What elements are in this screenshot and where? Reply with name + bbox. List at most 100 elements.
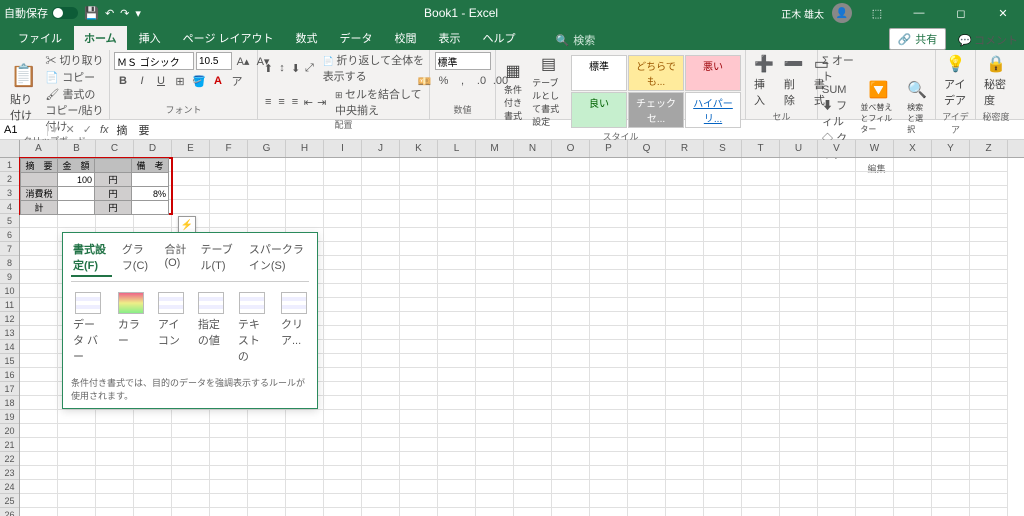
cell[interactable] — [742, 396, 780, 410]
cell[interactable] — [666, 172, 704, 186]
cell-b1[interactable]: 金 額 — [58, 159, 95, 173]
cell[interactable] — [666, 186, 704, 200]
cell[interactable] — [856, 466, 894, 480]
cell[interactable] — [514, 354, 552, 368]
cell[interactable] — [58, 508, 96, 516]
cell[interactable] — [324, 298, 362, 312]
cell[interactable] — [704, 256, 742, 270]
cell[interactable] — [324, 312, 362, 326]
qa-greater-button[interactable]: 指定の値 — [198, 292, 224, 364]
cell[interactable] — [818, 410, 856, 424]
cell[interactable] — [666, 424, 704, 438]
cell[interactable] — [400, 368, 438, 382]
cell[interactable] — [932, 326, 970, 340]
cell[interactable] — [324, 438, 362, 452]
cell[interactable] — [324, 494, 362, 508]
row-header-7[interactable]: 7 — [0, 242, 19, 256]
qa-clear-button[interactable]: クリア... — [281, 292, 307, 364]
cell[interactable] — [514, 298, 552, 312]
cell[interactable] — [818, 368, 856, 382]
cell[interactable] — [856, 158, 894, 172]
cell[interactable] — [590, 480, 628, 494]
cell[interactable] — [894, 368, 932, 382]
cell[interactable] — [134, 466, 172, 480]
cell[interactable] — [514, 396, 552, 410]
cell[interactable] — [894, 438, 932, 452]
cell[interactable] — [476, 368, 514, 382]
cell[interactable] — [742, 354, 780, 368]
cell[interactable] — [970, 480, 1008, 494]
cell[interactable] — [590, 354, 628, 368]
undo-icon[interactable]: ↶ — [105, 7, 114, 20]
cell[interactable] — [780, 200, 818, 214]
cell[interactable] — [970, 340, 1008, 354]
cell[interactable] — [780, 326, 818, 340]
cell-c4[interactable]: 円 — [95, 201, 132, 215]
cell[interactable] — [476, 354, 514, 368]
tab-data[interactable]: データ — [330, 26, 383, 50]
cell[interactable] — [134, 452, 172, 466]
cell[interactable] — [552, 396, 590, 410]
cell[interactable] — [476, 466, 514, 480]
select-all-corner[interactable] — [0, 140, 20, 158]
cell[interactable] — [590, 340, 628, 354]
cell[interactable] — [552, 410, 590, 424]
cell[interactable] — [20, 256, 58, 270]
cell[interactable] — [476, 256, 514, 270]
cell[interactable] — [780, 452, 818, 466]
row-header-26[interactable]: 26 — [0, 508, 19, 516]
cell[interactable] — [552, 312, 590, 326]
cell[interactable] — [628, 382, 666, 396]
indent-inc-icon[interactable]: ⇥ — [316, 93, 328, 111]
user-avatar[interactable]: 👤 — [832, 3, 852, 23]
cell[interactable] — [932, 172, 970, 186]
cell[interactable] — [400, 326, 438, 340]
cell[interactable] — [856, 298, 894, 312]
cell[interactable] — [704, 186, 742, 200]
cell[interactable] — [476, 312, 514, 326]
cell[interactable] — [514, 410, 552, 424]
cell[interactable] — [704, 452, 742, 466]
row-header-15[interactable]: 15 — [0, 354, 19, 368]
cell[interactable] — [932, 396, 970, 410]
save-icon[interactable]: 💾 — [84, 6, 99, 20]
qa-tab-format[interactable]: 書式設定(F) — [71, 239, 112, 277]
namebox-dropdown-icon[interactable]: ▾ — [48, 123, 62, 136]
cell[interactable] — [590, 242, 628, 256]
cell[interactable] — [362, 256, 400, 270]
cell[interactable] — [856, 284, 894, 298]
cell[interactable] — [742, 480, 780, 494]
cell[interactable] — [96, 438, 134, 452]
cell[interactable] — [400, 172, 438, 186]
cell[interactable] — [742, 382, 780, 396]
paste-button[interactable]: 📋貼り付け — [4, 61, 43, 125]
cell[interactable] — [704, 354, 742, 368]
cell[interactable] — [248, 480, 286, 494]
cell[interactable] — [286, 466, 324, 480]
cell[interactable] — [400, 214, 438, 228]
cell[interactable] — [932, 228, 970, 242]
cell[interactable] — [248, 410, 286, 424]
cell[interactable] — [20, 396, 58, 410]
cell[interactable] — [476, 200, 514, 214]
cell[interactable] — [742, 368, 780, 382]
cell[interactable] — [780, 312, 818, 326]
cell[interactable] — [438, 284, 476, 298]
cell[interactable] — [514, 228, 552, 242]
cell[interactable] — [666, 228, 704, 242]
cell[interactable] — [362, 466, 400, 480]
cell[interactable] — [324, 242, 362, 256]
autosum-button[interactable]: Σ オート SUM — [822, 52, 854, 96]
cell[interactable] — [20, 228, 58, 242]
cell[interactable] — [742, 466, 780, 480]
col-header-U[interactable]: U — [780, 140, 818, 157]
cell[interactable] — [932, 340, 970, 354]
cell[interactable] — [172, 452, 210, 466]
cell[interactable] — [742, 256, 780, 270]
cell[interactable] — [894, 480, 932, 494]
cell[interactable] — [58, 424, 96, 438]
cell[interactable] — [96, 452, 134, 466]
cell[interactable] — [438, 326, 476, 340]
cell[interactable] — [438, 186, 476, 200]
cell[interactable] — [552, 186, 590, 200]
